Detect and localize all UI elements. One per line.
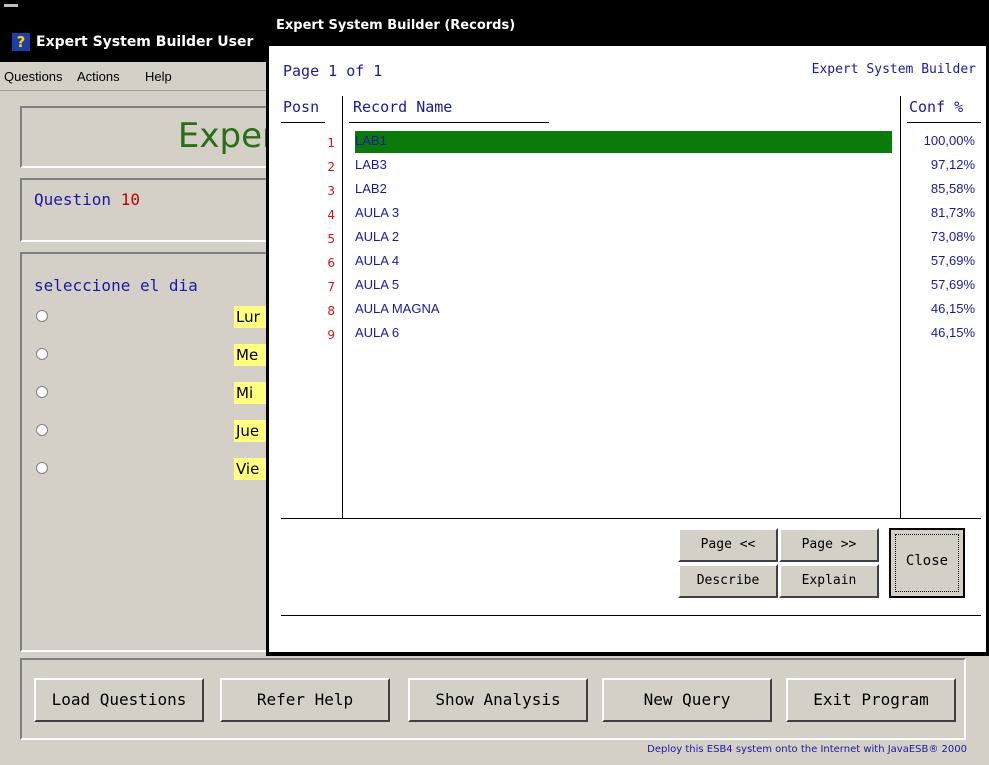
dialog-title: Expert System Builder (Records) [276, 18, 516, 33]
record-name: LAB2 [355, 181, 387, 196]
record-posn: 3 [327, 184, 335, 198]
describe-button[interactable]: Describe [678, 564, 778, 598]
question-panel: Question 10 [20, 178, 280, 242]
exit-program-button[interactable]: Exit Program [786, 678, 956, 722]
options-panel: seleccione el dia Lur Me Mi Jue Vie [20, 252, 282, 652]
radio-option-2[interactable] [36, 348, 48, 360]
record-row[interactable]: 5 AULA 2 73,08% [279, 226, 979, 249]
header-panel: Exper [20, 106, 280, 168]
radio-option-4[interactable] [36, 424, 48, 436]
list-bottom-rule [281, 518, 981, 519]
record-posn: 6 [327, 256, 335, 270]
record-posn: 4 [327, 208, 335, 222]
selected-highlight [355, 131, 892, 153]
record-row[interactable]: 9 AULA 6 46,15% [279, 322, 979, 345]
column-header-posn: Posn [283, 98, 320, 116]
main-window-title: Expert System Builder User [36, 34, 254, 50]
explain-button[interactable]: Explain [779, 564, 879, 598]
refer-help-button[interactable]: Refer Help [220, 678, 390, 722]
question-text: Question [34, 190, 112, 209]
column-header-record-name: Record Name [353, 98, 453, 116]
new-query-button[interactable]: New Query [602, 678, 772, 722]
page-next-button[interactable]: Page >> [779, 528, 879, 562]
record-conf: 97,12% [930, 157, 975, 172]
record-row[interactable]: 1 LAB1 100,00% [279, 130, 979, 153]
record-name: AULA MAGNA [355, 301, 440, 316]
record-posn: 7 [327, 280, 335, 294]
bottom-button-panel: Load Questions Refer Help Show Analysis … [20, 658, 966, 740]
record-conf: 85,58% [930, 181, 975, 196]
app-header-title: Exper [177, 116, 276, 156]
record-conf: 46,15% [930, 301, 975, 316]
record-conf: 81,73% [930, 205, 975, 220]
record-posn: 1 [327, 136, 335, 150]
record-conf: 57,69% [930, 277, 975, 292]
record-name: AULA 4 [355, 253, 400, 268]
deploy-note: Deploy this ESB4 system onto the Interne… [647, 744, 967, 755]
close-button[interactable]: Close [889, 528, 965, 598]
record-row[interactable]: 6 AULA 4 57,69% [279, 250, 979, 273]
record-name: AULA 6 [355, 325, 400, 340]
record-row[interactable]: 3 LAB2 85,58% [279, 178, 979, 201]
record-name: LAB3 [355, 157, 387, 172]
help-question-icon: ? [12, 33, 30, 51]
record-conf: 73,08% [930, 229, 975, 244]
records-dialog: Expert System Builder (Records) Page 1 o… [266, 0, 989, 656]
record-row[interactable]: 2 LAB3 97,12% [279, 154, 979, 177]
question-label: Question 10 [34, 190, 140, 209]
posn-underline [281, 122, 325, 123]
conf-underline [907, 122, 981, 123]
dialog-body: Page 1 of 1 Expert System Builder Posn R… [269, 46, 986, 652]
load-questions-button[interactable]: Load Questions [34, 678, 204, 722]
record-posn: 5 [327, 232, 335, 246]
record-row[interactable]: 7 AULA 5 57,69% [279, 274, 979, 297]
record-conf: 57,69% [930, 253, 975, 268]
record-posn: 9 [327, 328, 335, 342]
focus-outline [895, 534, 959, 592]
name-underline [349, 122, 549, 123]
radio-option-1[interactable] [36, 310, 48, 322]
menu-actions[interactable]: Actions [77, 69, 120, 84]
radio-option-3[interactable] [36, 386, 48, 398]
record-conf: 100,00% [923, 133, 975, 148]
record-name: AULA 2 [355, 229, 400, 244]
record-posn: 2 [327, 160, 335, 174]
page-indicator: Page 1 of 1 [283, 62, 383, 80]
menu-help[interactable]: Help [145, 69, 172, 84]
column-header-conf: Conf % [909, 98, 964, 116]
record-name: AULA 3 [355, 205, 400, 220]
dialog-bottom-rule [281, 615, 981, 616]
system-menu-icon[interactable] [4, 4, 18, 7]
radio-option-5[interactable] [36, 462, 48, 474]
options-prompt: seleccione el dia [34, 276, 198, 295]
question-number: 10 [120, 190, 140, 209]
brand-label: Expert System Builder [811, 62, 976, 77]
menu-questions[interactable]: Questions [4, 69, 63, 84]
show-analysis-button[interactable]: Show Analysis [408, 678, 588, 722]
record-conf: 46,15% [930, 325, 975, 340]
record-row[interactable]: 4 AULA 3 81,73% [279, 202, 979, 225]
record-name: LAB1 [355, 133, 387, 148]
record-row[interactable]: 8 AULA MAGNA 46,15% [279, 298, 979, 321]
record-posn: 8 [327, 304, 335, 318]
page-prev-button[interactable]: Page << [678, 528, 778, 562]
record-name: AULA 5 [355, 277, 400, 292]
